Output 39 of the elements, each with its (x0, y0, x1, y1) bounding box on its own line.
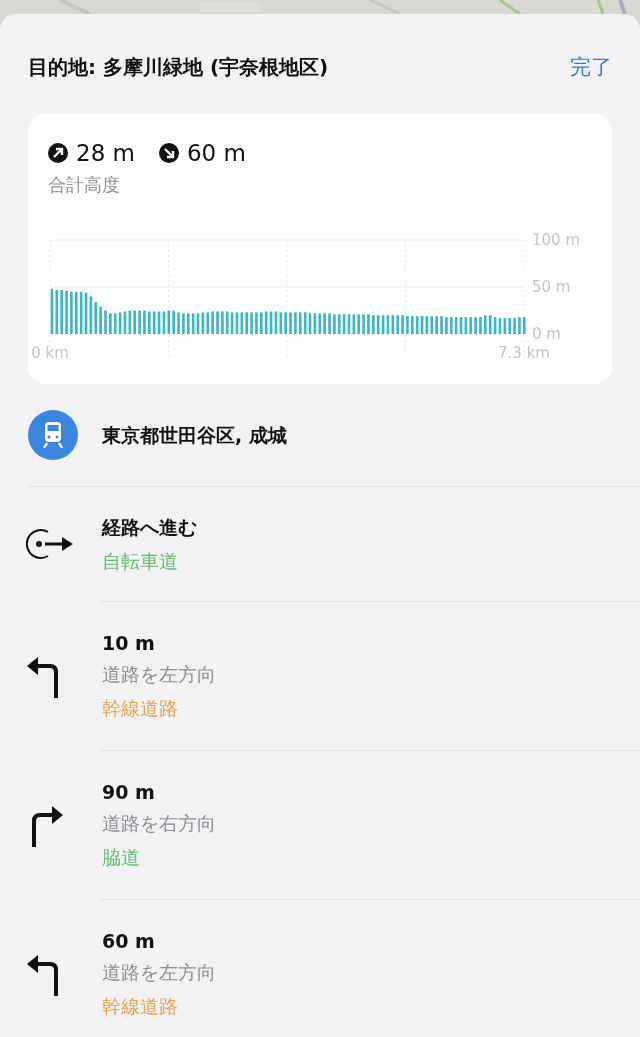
elevation-bar (328, 312, 331, 334)
elevation-bar (65, 290, 68, 334)
road-type: 脇道 (102, 845, 141, 871)
elevation-bar (367, 313, 370, 334)
train-icon (28, 410, 78, 460)
step-instruction: 経路へ進む (102, 514, 197, 540)
step-instruction: 道路を左方向 (102, 661, 216, 687)
elevation-bar (177, 311, 180, 334)
step-distance: 10 m (102, 631, 156, 657)
ascent-icon (48, 143, 68, 164)
origin-location: 東京都世田谷区, 成城 (102, 422, 287, 448)
road-type: 幹線道路 (102, 994, 179, 1020)
ascent-value: 28 m (76, 139, 135, 168)
done-button[interactable]: 完了 (570, 52, 612, 84)
step-distance: 90 m (102, 780, 156, 806)
elevation-bar (143, 310, 146, 334)
elevation-bar (401, 314, 404, 334)
step-distance: 60 m (102, 929, 156, 955)
elevation-bar (255, 311, 258, 334)
road-type: 自転車道 (102, 549, 179, 574)
elevation-bar (523, 316, 526, 334)
elevation-bar (479, 316, 482, 334)
elevation-bar (518, 316, 521, 334)
destination-title: 目的地: 多摩川緑地 (宇奈根地区) (28, 54, 329, 81)
elevation-bar (216, 310, 219, 334)
elevation-label: 合計高度 (48, 172, 121, 197)
road-type: 幹線道路 (102, 696, 179, 722)
x-tick-label: 0 km (31, 343, 69, 362)
descent-icon (159, 143, 179, 164)
elevation-bar (104, 310, 107, 334)
elevation-bar (289, 311, 292, 334)
elevation-bar (440, 315, 443, 334)
y-tick-label: 50 m (532, 277, 571, 296)
y-tick-label: 0 m (532, 324, 561, 343)
x-tick-label: 7.3 km (498, 343, 550, 362)
step-instruction: 道路を左方向 (102, 959, 216, 985)
step-instruction: 道路を右方向 (102, 810, 216, 836)
y-tick-label: 100 m (532, 231, 580, 249)
descent-value: 60 m (187, 139, 246, 168)
